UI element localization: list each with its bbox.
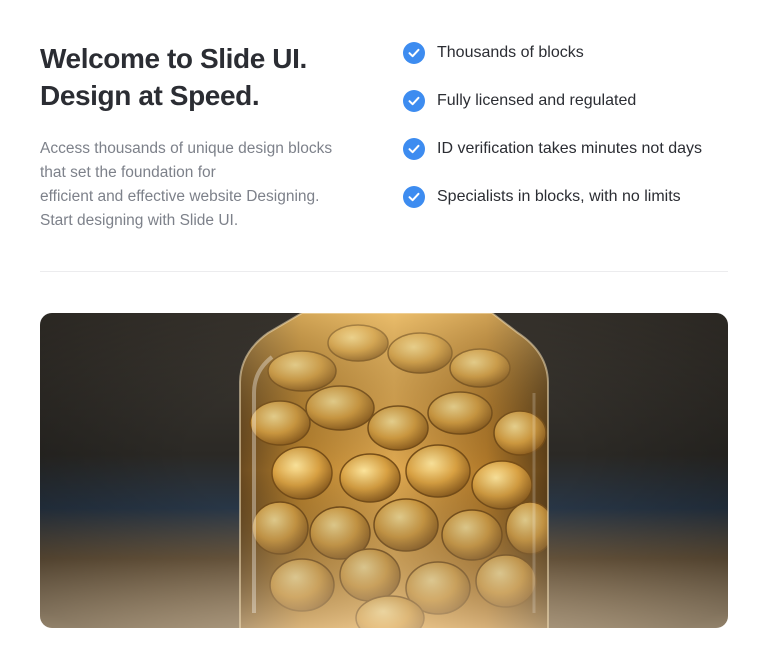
feature-item: Fully licensed and regulated <box>403 88 743 113</box>
feature-item: Thousands of blocks <box>403 40 743 65</box>
check-circle-icon <box>403 41 425 64</box>
feature-label: Fully licensed and regulated <box>437 91 637 109</box>
section-divider <box>40 271 728 272</box>
description-line: efficient and effective website Designin… <box>40 188 320 205</box>
page-title: Welcome to Slide UI. Design at Speed. <box>40 40 380 114</box>
feature-label: Specialists in blocks, with no limits <box>437 187 681 205</box>
title-line-1: Welcome to Slide UI. <box>40 43 307 74</box>
title-line-2: Design at Speed. <box>40 80 260 111</box>
check-circle-icon <box>403 185 425 208</box>
feature-label: Thousands of blocks <box>437 43 584 61</box>
feature-list: Thousands of blocks Fully licensed and r… <box>403 40 743 232</box>
feature-item: ID verification takes minutes not days <box>403 136 743 161</box>
coin-jar-image <box>40 313 728 628</box>
description-line: that set the foundation for <box>40 164 216 181</box>
feature-label: ID verification takes minutes not days <box>437 139 703 157</box>
check-circle-icon <box>403 137 425 160</box>
hero-description: Access thousands of unique design blocks… <box>40 137 370 233</box>
check-circle-icon <box>403 89 425 112</box>
description-line: Start designing with Slide UI. <box>40 212 239 229</box>
feature-item: Specialists in blocks, with no limits <box>403 184 743 209</box>
description-line: Access thousands of unique design blocks <box>40 140 333 157</box>
